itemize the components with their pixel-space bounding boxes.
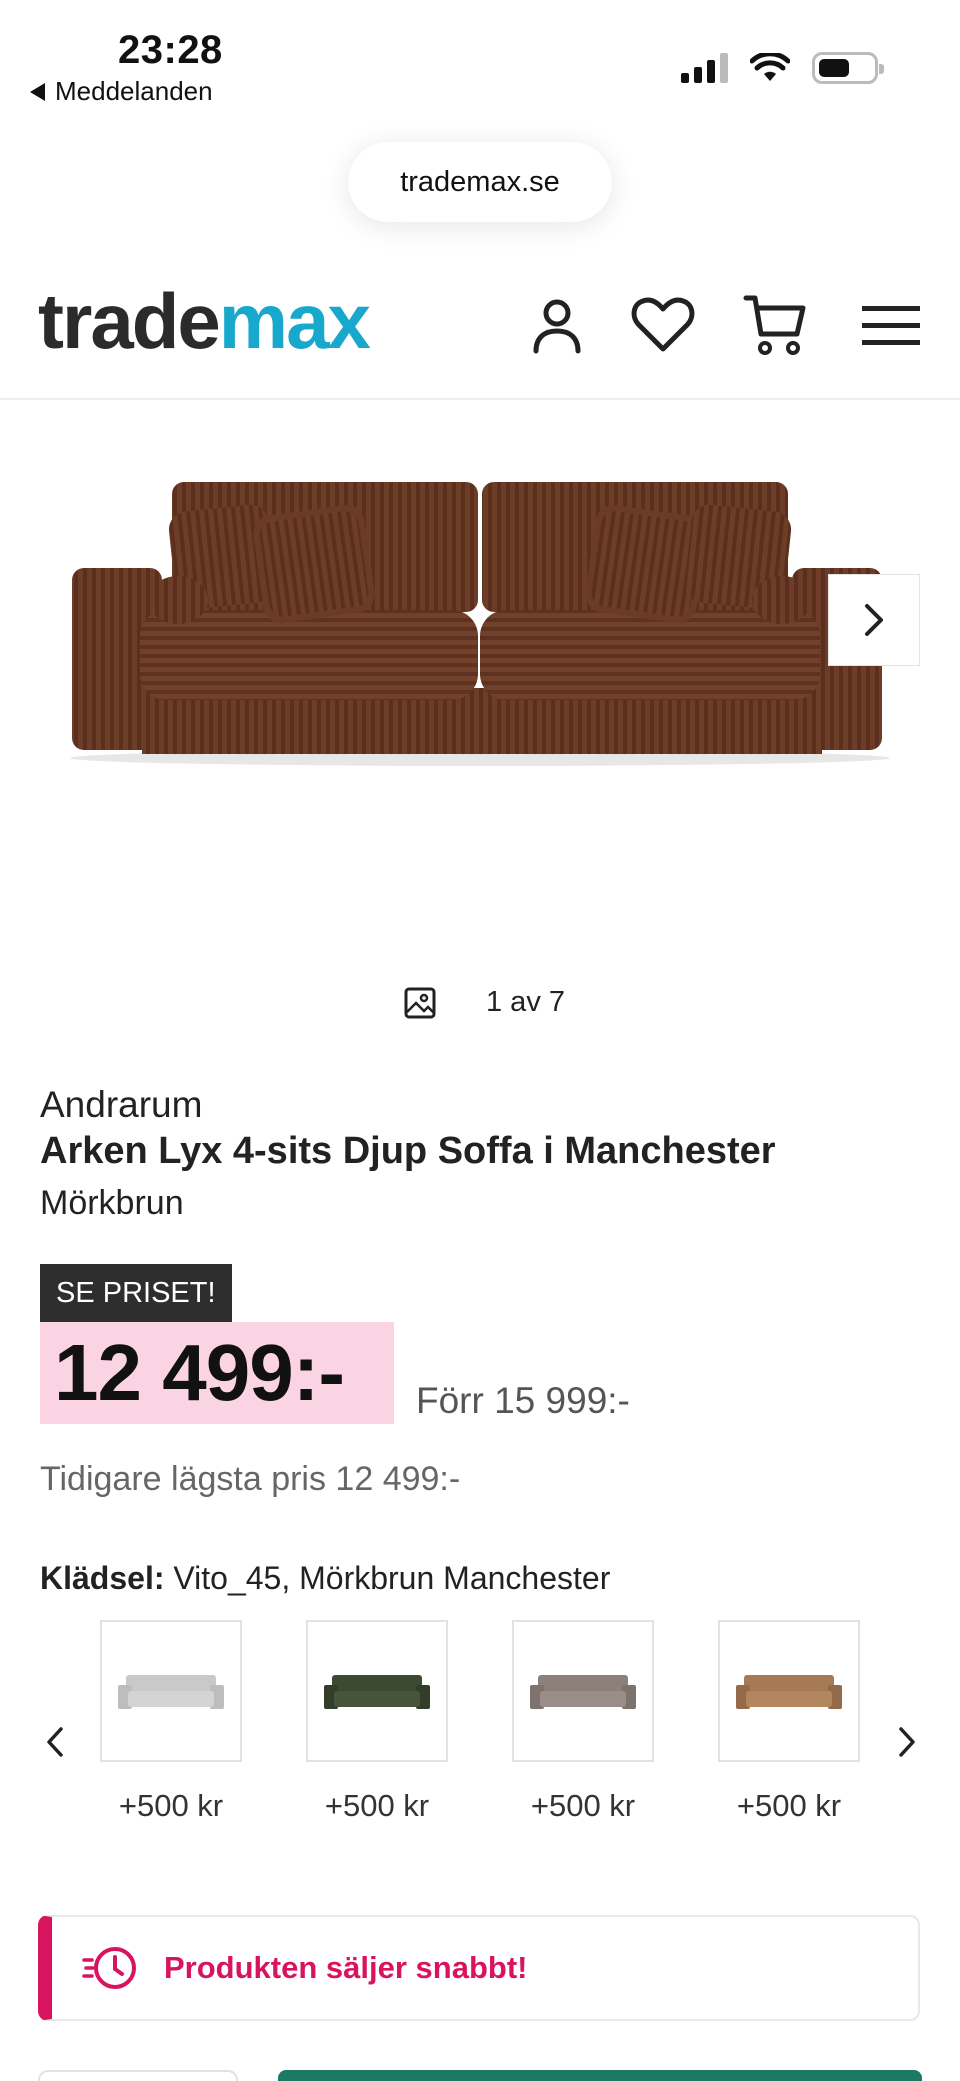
image-counter-text: 1 av 7 — [486, 986, 565, 1018]
sofa-thumbnail-taupe — [530, 1675, 636, 1709]
swatch-thumbnail[interactable] — [512, 1620, 654, 1762]
cart-icon[interactable] — [740, 290, 810, 360]
urgency-text: Produkten säljer snabbt! — [164, 1950, 528, 1985]
menu-icon[interactable] — [856, 290, 926, 360]
old-price: Förr 15 999:- — [416, 1380, 630, 1421]
chevron-right-icon — [899, 1727, 915, 1757]
product-title: Arken Lyx 4-sits Djup Soffa i Manchester — [40, 1130, 776, 1172]
swatch-thumbnail[interactable] — [100, 1620, 242, 1762]
site-header: trademax — [0, 270, 960, 400]
swatch-price: +500 kr — [324, 1788, 430, 1823]
upholstery-label-title: Klädsel: — [40, 1560, 165, 1596]
swatch-option[interactable]: +500 kr — [718, 1620, 860, 1824]
sofa-thumbnail-tan — [736, 1675, 842, 1709]
url-bar[interactable]: trademax.se — [348, 142, 612, 222]
sofa-thumbnail-grey — [118, 1675, 224, 1709]
price-badge: SE PRISET! — [40, 1264, 232, 1322]
swatch-option[interactable]: +500 kr — [512, 1620, 654, 1824]
image-counter: 1 av 7 — [404, 986, 565, 1019]
swatch-thumbnail[interactable] — [718, 1620, 860, 1762]
quantity-selector[interactable] — [38, 2070, 238, 2081]
image-icon — [404, 987, 436, 1018]
product-price: 12 499:- — [40, 1322, 394, 1424]
back-to-app-link[interactable]: Meddelanden — [30, 76, 213, 107]
swatch-next-button[interactable] — [890, 1722, 924, 1762]
logo-max: max — [218, 277, 371, 365]
swatch-price: +500 kr — [118, 1788, 224, 1823]
next-image-button[interactable] — [828, 574, 920, 666]
status-time: 23:28 — [118, 28, 223, 72]
signal-icon — [681, 53, 728, 83]
swatch-option[interactable]: +500 kr — [100, 1620, 242, 1824]
swatch-thumbnail[interactable] — [306, 1620, 448, 1762]
account-icon[interactable] — [522, 290, 592, 360]
logo-trade: trade — [38, 277, 221, 365]
swatch-prev-button[interactable] — [38, 1722, 72, 1762]
wifi-icon — [750, 53, 790, 81]
swatch-price: +500 kr — [736, 1788, 842, 1823]
swatch-option[interactable]: +500 kr — [306, 1620, 448, 1824]
heart-icon[interactable] — [628, 290, 698, 360]
chevron-left-icon — [47, 1727, 63, 1757]
urgency-notice: Produkten säljer snabbt! — [38, 1915, 920, 2021]
upholstery-value: Vito_45, Mörkbrun Manchester — [173, 1560, 611, 1596]
product-image-sofa[interactable] — [60, 460, 900, 770]
add-to-cart-button[interactable] — [278, 2070, 922, 2081]
battery-icon — [812, 52, 884, 84]
status-icons — [681, 52, 884, 84]
sofa-thumbnail-green — [324, 1675, 430, 1709]
product-variant: Mörkbrun — [40, 1184, 184, 1222]
trademax-logo[interactable]: trademax — [38, 282, 371, 360]
back-app-label: Meddelanden — [55, 76, 213, 106]
upholstery-label: Klädsel: Vito_45, Mörkbrun Manchester — [40, 1560, 610, 1597]
lowest-price: Tidigare lägsta pris 12 499:- — [40, 1460, 461, 1498]
back-triangle-icon — [30, 82, 45, 101]
product-brand[interactable]: Andrarum — [40, 1084, 202, 1126]
fast-clock-icon — [82, 1947, 136, 1989]
chevron-right-icon — [865, 604, 883, 636]
swatch-price: +500 kr — [530, 1788, 636, 1823]
